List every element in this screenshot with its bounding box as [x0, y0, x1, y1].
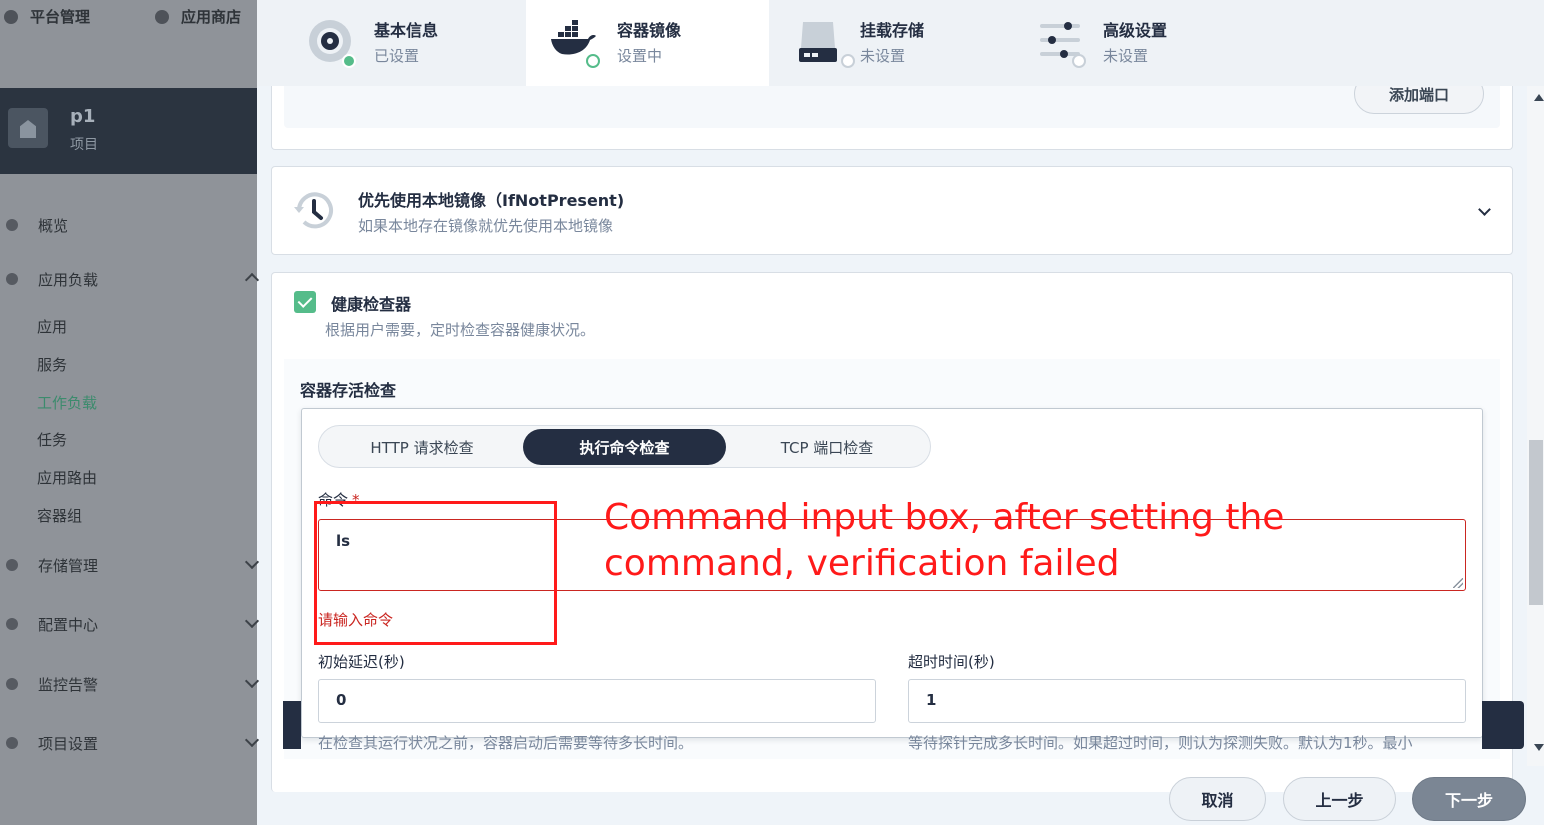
storage-disk-icon	[799, 22, 837, 62]
pull-policy-card[interactable]: 优先使用本地镜像（IfNotPresent) 如果本地存在镜像就优先使用本地镜像	[271, 166, 1513, 255]
timeout-input[interactable]: 1	[908, 679, 1466, 723]
sidebar-item-workloads[interactable]: 应用负载	[0, 267, 260, 291]
health-check-checkbox[interactable]	[294, 291, 316, 313]
scrollbar-track[interactable]	[1527, 86, 1544, 766]
step-done-indicator	[342, 54, 356, 68]
timeout-hint: 等待探针完成多长时间。如果超过时间，则认为探测失败。默认为1秒。最小	[908, 734, 1413, 752]
sidebar-item-label: 概览	[38, 216, 69, 235]
sidebar-sub-workloads[interactable]: 工作负载	[37, 392, 97, 413]
step-status: 未设置	[1103, 47, 1149, 65]
sidebar-item-label: 项目设置	[38, 734, 99, 753]
project-icon	[8, 108, 48, 148]
history-clock-icon	[294, 192, 333, 229]
step-title: 挂载存储	[860, 21, 925, 40]
sidebar-item-project-settings[interactable]: 项目设置	[0, 731, 260, 755]
sidebar-item-storage[interactable]: 存储管理	[0, 553, 260, 577]
step-status: 未设置	[860, 47, 906, 65]
tab-tcp-check[interactable]: TCP 端口检查	[727, 429, 927, 465]
workload-icon	[6, 273, 18, 285]
step-title: 高级设置	[1103, 21, 1168, 40]
health-check-desc: 根据用户需要，定时检查容器健康状况。	[325, 321, 596, 339]
monitor-icon	[6, 678, 18, 690]
sidebar-sub-jobs[interactable]: 任务	[37, 429, 67, 450]
liveness-check-title: 容器存活检查	[300, 381, 397, 400]
initial-delay-label: 初始延迟(秒)	[318, 653, 405, 671]
pull-policy-desc: 如果本地存在镜像就优先使用本地镜像	[358, 217, 614, 235]
form-content: 添加端口 优先使用本地镜像（IfNotPresent) 如果本地存在镜像就优先使…	[257, 86, 1527, 825]
scrollbar-thumb[interactable]	[1529, 440, 1543, 605]
sidebar-item-label: 应用负载	[38, 270, 99, 289]
appstore-icon	[155, 9, 169, 24]
pull-policy-title: 优先使用本地镜像（IfNotPresent)	[358, 191, 625, 210]
sidebar-item-label: 存储管理	[38, 556, 99, 575]
project-label: 项目	[70, 137, 98, 153]
sidebar-sub-pods[interactable]: 容器组	[37, 505, 82, 526]
health-check-title: 健康检查器	[331, 295, 412, 314]
timeout-value: 1	[926, 691, 937, 709]
nav-platform-management[interactable]: 平台管理	[4, 6, 90, 27]
timeout-label: 超时时间(秒)	[908, 653, 995, 671]
step-title: 容器镜像	[617, 21, 682, 40]
step-status: 已设置	[374, 47, 420, 65]
sidebar-item-label: 监控告警	[38, 675, 99, 694]
step-advanced-settings[interactable]: 高级设置 未设置	[1012, 0, 1255, 86]
step-status: 设置中	[617, 47, 663, 65]
sidebar-item-config[interactable]: 配置中心	[0, 612, 260, 636]
overview-icon	[6, 219, 18, 231]
cancel-button[interactable]: 取消	[1169, 777, 1266, 821]
gear-icon	[6, 737, 18, 749]
initial-delay-hint: 在检查其运行状况之前，容器启动后需要等待多长时间。	[318, 734, 694, 752]
nav-platform-label: 平台管理	[30, 8, 91, 26]
initial-delay-value: 0	[336, 691, 347, 709]
sidebar-item-overview[interactable]: 概览	[0, 213, 257, 237]
annotation-highlight-box	[314, 501, 557, 645]
probe-type-tabs: HTTP 请求检查 执行命令检查 TCP 端口检查	[318, 425, 931, 468]
scroll-down-arrow-icon[interactable]	[1534, 744, 1544, 751]
wizard-steps: 基本信息 已设置 容器镜像 设置中 挂载存储 未设置 高级设置 未设置	[257, 0, 1544, 86]
sidebar-sub-routes[interactable]: 应用路由	[37, 467, 97, 488]
scroll-up-arrow-icon[interactable]	[1534, 94, 1544, 101]
previous-step-button[interactable]: 上一步	[1283, 777, 1396, 821]
initial-delay-input[interactable]: 0	[318, 679, 876, 723]
wrench-icon	[6, 618, 18, 630]
step-pending-indicator	[841, 54, 855, 68]
sidebar: 平台管理 应用商店 p1 项目 概览 应用负载 应用 服务 工作负载 任务 应用…	[0, 0, 260, 825]
next-step-button[interactable]: 下一步	[1412, 777, 1526, 821]
step-in-progress-indicator	[586, 54, 600, 68]
nav-app-store[interactable]: 应用商店	[155, 6, 241, 27]
add-port-button[interactable]: 添加端口	[1354, 86, 1484, 114]
annotation-text: Command input box, after setting the com…	[604, 497, 1285, 584]
sidebar-item-label: 配置中心	[38, 615, 99, 634]
ports-card: 添加端口	[271, 86, 1513, 150]
chevron-down-icon[interactable]	[1478, 203, 1491, 216]
project-name: p1	[70, 106, 96, 127]
sidebar-item-monitoring[interactable]: 监控告警	[0, 672, 260, 696]
storage-icon	[6, 559, 18, 571]
dark-bar-right-edge	[1482, 701, 1524, 749]
dark-bar-left-edge	[283, 701, 301, 749]
top-nav: 平台管理 应用商店	[0, 0, 257, 30]
sidebar-sub-services[interactable]: 服务	[37, 354, 67, 375]
step-pending-indicator	[1072, 54, 1086, 68]
project-selector[interactable]: p1 项目	[0, 88, 257, 174]
tab-exec-command[interactable]: 执行命令检查	[523, 429, 726, 465]
step-basic-info[interactable]: 基本信息 已设置	[257, 0, 526, 86]
ports-area: 添加端口	[284, 86, 1500, 128]
gear-icon	[4, 9, 18, 24]
nav-appstore-label: 应用商店	[181, 8, 242, 26]
tab-http-check[interactable]: HTTP 请求检查	[322, 429, 522, 465]
step-container-image[interactable]: 容器镜像 设置中	[526, 0, 769, 86]
step-title: 基本信息	[374, 21, 439, 40]
step-mount-storage[interactable]: 挂载存储 未设置	[769, 0, 1012, 86]
sidebar-sub-apps[interactable]: 应用	[37, 316, 67, 337]
